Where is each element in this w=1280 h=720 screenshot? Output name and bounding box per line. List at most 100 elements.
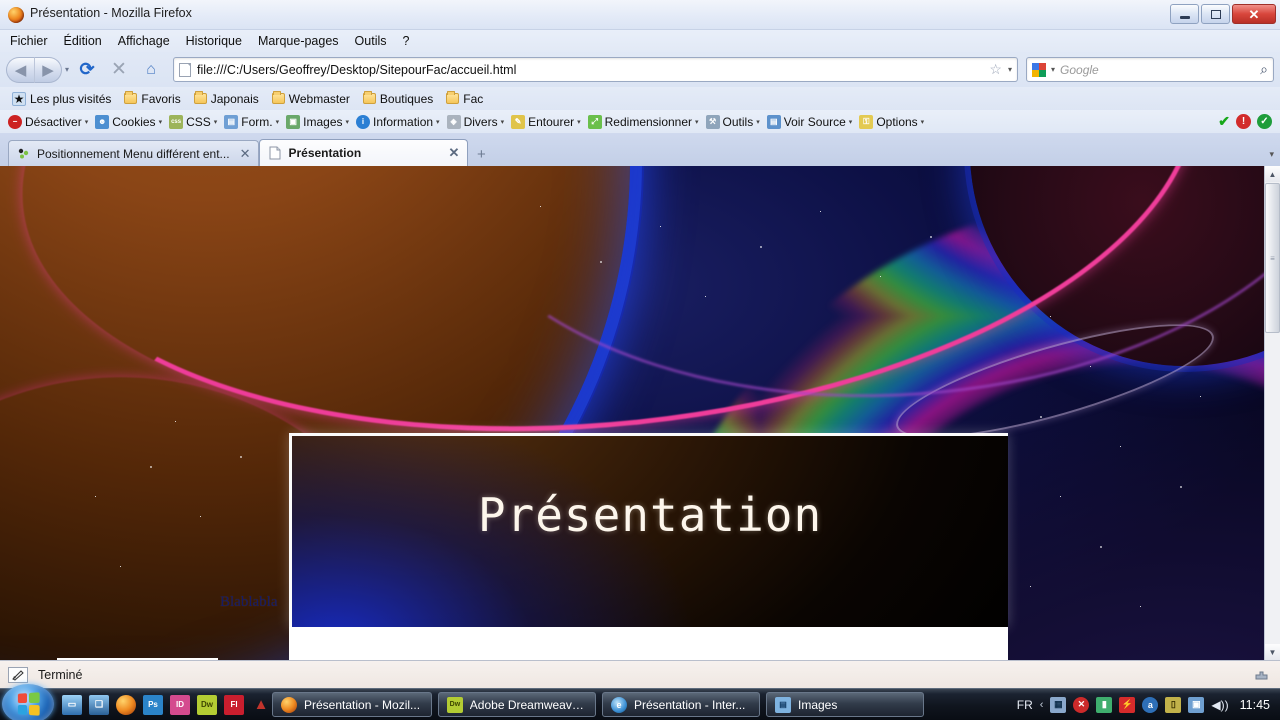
usb-device-icon[interactable]: ▯	[1165, 696, 1182, 713]
taskbar-item-internet-explorer[interactable]: e Présentation - Inter...	[602, 692, 760, 717]
page-identity-icon	[179, 62, 192, 77]
scroll-down-button[interactable]: ▼	[1265, 644, 1280, 660]
indesign-icon[interactable]: ID	[170, 694, 190, 715]
bookmark-webmaster[interactable]: Webmaster	[268, 91, 354, 107]
stop-button[interactable]: ✕	[105, 57, 133, 83]
page-scrollbar[interactable]: ▲ ≡ ▼	[1264, 166, 1280, 660]
reload-button[interactable]: ⟳	[73, 57, 101, 83]
search-engine-chevron-icon[interactable]: ▾	[1051, 65, 1055, 74]
resize-icon: ⤢	[587, 114, 602, 129]
scroll-up-button[interactable]: ▲	[1265, 166, 1280, 182]
search-input[interactable]: Google	[1060, 63, 1255, 77]
menu-item-edition[interactable]: Édition	[64, 34, 102, 48]
new-tab-button[interactable]: +	[468, 142, 494, 166]
taskbar-item-label: Présentation - Inter...	[634, 697, 746, 712]
network-monitor-icon[interactable]: ▦	[1050, 696, 1067, 713]
firefox-icon[interactable]	[116, 694, 136, 715]
history-dropdown-icon[interactable]: ▾	[65, 65, 69, 74]
tab-presentation[interactable]: Présentation ✕	[259, 139, 469, 166]
address-bar[interactable]: file:///C:/Users/Geoffrey/Desktop/Sitepo…	[173, 57, 1018, 82]
close-button[interactable]: ✕	[1232, 4, 1276, 24]
bookmark-label: Fac	[463, 91, 484, 106]
menu-item-fichier[interactable]: Fichier	[10, 34, 48, 48]
flash-icon[interactable]: Fl	[224, 694, 244, 715]
windows-taskbar: ▭ ❏ Ps ID Dw Fl ▲ Présentation - Mozil..…	[0, 684, 1280, 720]
menu-item-affichage[interactable]: Affichage	[118, 34, 170, 48]
error-icon[interactable]: !	[1236, 114, 1251, 129]
devtool-options[interactable]: ⚿ Options ▾	[857, 114, 926, 129]
validation-ok-icon[interactable]: ✔	[1218, 113, 1230, 130]
home-button[interactable]: ⌂	[137, 57, 165, 83]
menu-item-historique[interactable]: Historique	[186, 34, 242, 48]
clock[interactable]: 11:45	[1240, 698, 1270, 712]
bookmark-boutiques[interactable]: Boutiques	[359, 91, 437, 107]
bookmark-les-plus-visites[interactable]: ★ Les plus visités	[8, 91, 115, 107]
chevron-down-icon: ▾	[275, 118, 280, 126]
dreamweaver-icon[interactable]: Dw	[197, 694, 217, 715]
devtool-entourer[interactable]: ✎ Entourer ▾	[509, 114, 583, 129]
status-text: Terminé	[38, 667, 83, 682]
language-indicator[interactable]: FR	[1017, 698, 1033, 712]
devtool-information[interactable]: i Information ▾	[354, 114, 442, 129]
scrollbar-thumb[interactable]: ≡	[1265, 183, 1280, 333]
antivirus-shield-icon[interactable]: ✕	[1073, 696, 1090, 713]
tab-close-icon[interactable]: ✕	[448, 145, 459, 161]
tab-positionnement-menu[interactable]: Positionnement Menu différent ent... ✕	[8, 140, 260, 166]
devtool-divers[interactable]: ◈ Divers ▾	[445, 114, 507, 129]
chevron-down-icon[interactable]: ▾	[1008, 65, 1012, 74]
taskbar-window-buttons: Présentation - Mozil... Dw Adobe Dreamwe…	[272, 692, 924, 717]
devtool-images[interactable]: ▣ Images ▾	[284, 114, 351, 129]
network-icon[interactable]: ▣	[1188, 696, 1205, 713]
list-all-tabs-icon[interactable]: ▾	[1269, 149, 1274, 160]
check-circle-icon[interactable]: ✓	[1257, 114, 1272, 129]
web-developer-toolbar: − Désactiver ▾ ☻ Cookies ▾ css CSS ▾ ▤ F…	[0, 110, 1280, 133]
site-favicon-icon	[18, 148, 29, 158]
forward-button[interactable]: ▶	[34, 56, 62, 83]
devtool-voir-source[interactable]: ▤ Voir Source ▾	[765, 114, 855, 129]
menu-item-outils[interactable]: Outils	[355, 34, 387, 48]
misc-icon: ◈	[446, 114, 461, 129]
menu-item-aide[interactable]: ?	[403, 34, 410, 48]
devtool-form[interactable]: ▤ Form. ▾	[222, 114, 281, 129]
taskbar-item-dreamweaver[interactable]: Dw Adobe Dreamweave...	[438, 692, 596, 717]
addon-icon[interactable]	[1252, 667, 1270, 683]
bookmark-favoris[interactable]: Favoris	[120, 91, 184, 107]
minimize-button[interactable]	[1170, 4, 1199, 24]
start-button[interactable]	[2, 684, 54, 720]
dreamweaver-icon: Dw	[447, 696, 463, 713]
devtool-redimensionner[interactable]: ⤢ Redimensionner ▾	[586, 114, 701, 129]
security-icon[interactable]: ▮	[1096, 696, 1113, 713]
acrobat-icon[interactable]: ▲	[251, 695, 271, 715]
taskbar-item-firefox[interactable]: Présentation - Mozil...	[272, 692, 432, 717]
taskbar-item-images[interactable]: ▤ Images	[766, 692, 924, 717]
folder-icon	[362, 91, 376, 104]
devtool-desactiver[interactable]: − Désactiver ▾	[6, 114, 90, 129]
amazon-icon[interactable]: a	[1142, 696, 1159, 713]
update-icon[interactable]: ⚡	[1119, 696, 1136, 713]
options-key-icon: ⚿	[859, 114, 874, 129]
bookmark-fac[interactable]: Fac	[442, 91, 487, 107]
folder-icon	[124, 91, 138, 104]
most-visited-icon: ★	[12, 91, 26, 106]
quick-launch-bar: ▭ ❏ Ps ID Dw Fl ▲	[62, 694, 271, 715]
photoshop-icon[interactable]: Ps	[143, 694, 163, 715]
internet-explorer-icon: e	[611, 696, 627, 713]
menu-item-marque-pages[interactable]: Marque-pages	[258, 34, 339, 48]
back-button[interactable]: ◀	[6, 56, 34, 83]
bookmark-star-icon[interactable]: ☆	[989, 61, 1002, 78]
switch-windows-icon[interactable]: ❏	[89, 694, 109, 715]
firefox-icon	[8, 7, 24, 23]
show-hidden-icons-button[interactable]: ‹	[1040, 699, 1044, 711]
devtool-cookies[interactable]: ☻ Cookies ▾	[93, 114, 164, 129]
tab-close-icon[interactable]: ✕	[240, 146, 251, 162]
search-icon[interactable]: ⌕	[1260, 61, 1268, 78]
devtool-outils[interactable]: ⚒ Outils ▾	[704, 114, 762, 129]
bookmark-japonais[interactable]: Japonais	[190, 91, 263, 107]
search-bar[interactable]: ▾ Google ⌕	[1026, 57, 1274, 82]
status-right-icons[interactable]	[1252, 667, 1270, 683]
devtool-css[interactable]: css CSS ▾	[167, 114, 219, 129]
menu-bar: Fichier Édition Affichage Historique Mar…	[0, 30, 1280, 52]
volume-icon[interactable]: ◀))	[1211, 698, 1228, 712]
show-desktop-icon[interactable]: ▭	[62, 694, 82, 715]
maximize-button[interactable]	[1201, 4, 1230, 24]
